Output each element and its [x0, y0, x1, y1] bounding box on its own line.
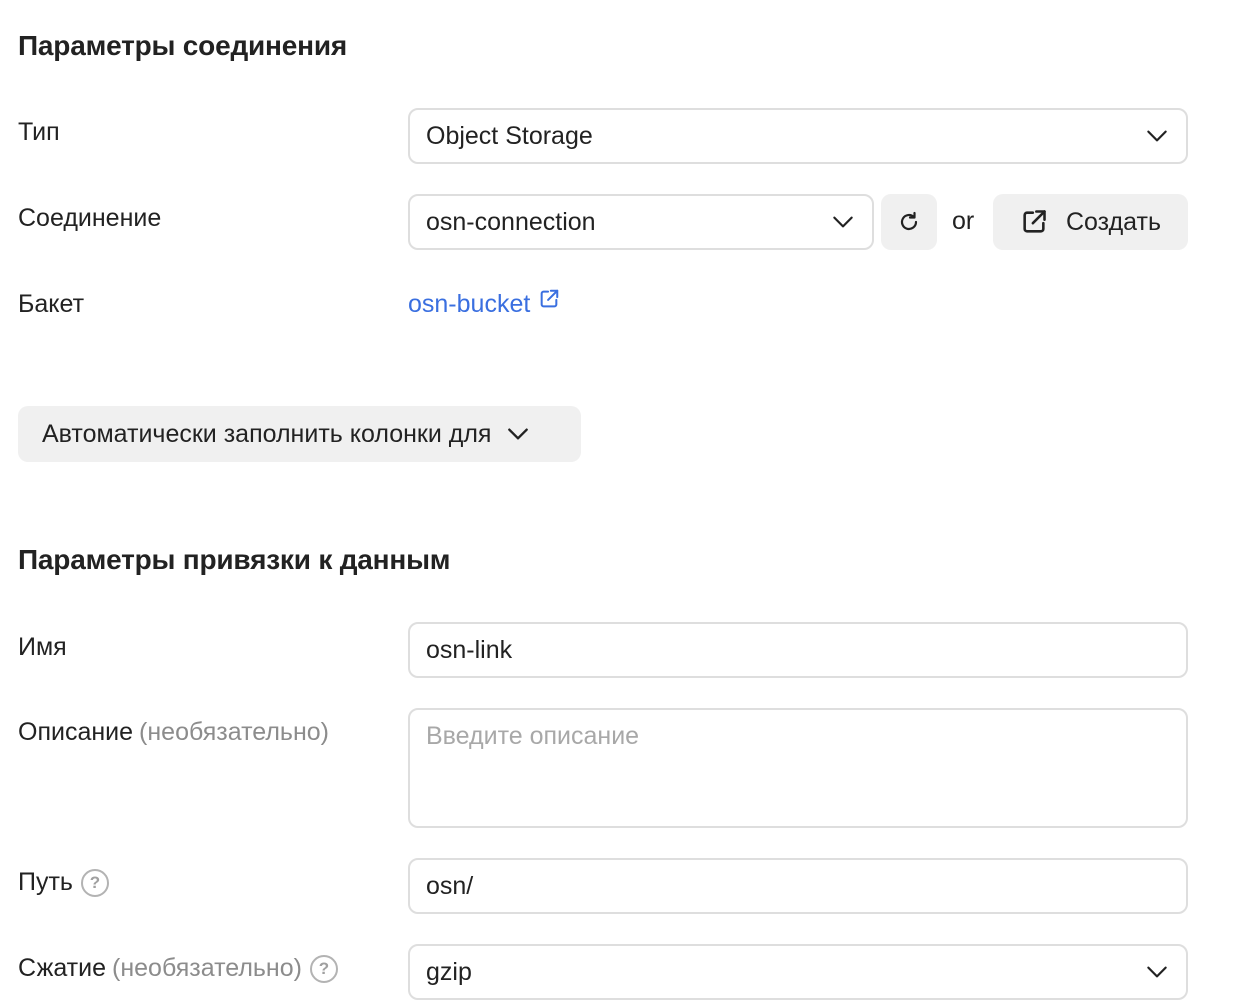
description-label-text: Описание	[18, 718, 134, 746]
create-connection-label: Создать	[1065, 207, 1161, 236]
path-label: Путь ?	[18, 868, 109, 897]
question-circle-icon[interactable]: ?	[80, 868, 109, 897]
connection-select[interactable]: osn-connection	[408, 194, 874, 250]
compression-optional-hint: (необязательно)	[112, 954, 302, 982]
connection-label: Соединение	[18, 204, 161, 233]
chevron-down-icon	[830, 209, 856, 235]
name-label-text: Имя	[18, 633, 67, 661]
description-optional-hint: (необязательно)	[139, 718, 329, 746]
name-input-value: osn-link	[426, 635, 513, 664]
path-input[interactable]: osn/	[408, 858, 1188, 914]
bucket-label-text: Бакет	[18, 290, 85, 318]
bucket-link-text: osn-bucket	[408, 290, 531, 318]
question-circle-icon[interactable]: ?	[309, 954, 338, 983]
path-input-value: osn/	[426, 871, 474, 900]
compression-label-text: Сжатие	[18, 954, 107, 982]
page: Параметры соединения Тип Object Storage …	[0, 0, 1256, 1006]
type-select-value: Object Storage	[426, 121, 593, 150]
type-select[interactable]: Object Storage	[408, 108, 1188, 164]
autofill-columns-button[interactable]: Автоматически заполнить колонки для	[18, 406, 581, 462]
chevron-down-icon	[1144, 959, 1170, 985]
compression-label: Сжатие (необязательно) ?	[18, 954, 338, 983]
bucket-link[interactable]: osn-bucket	[408, 289, 560, 319]
connection-section-title: Параметры соединения	[18, 30, 347, 61]
compression-select-value: gzip	[426, 957, 472, 986]
compression-select[interactable]: gzip	[408, 944, 1188, 1000]
type-label: Тип	[18, 118, 60, 147]
refresh-icon	[897, 210, 921, 234]
external-link-icon	[530, 289, 560, 310]
name-input[interactable]: osn-link	[408, 622, 1188, 678]
description-placeholder: Введите описание	[426, 722, 640, 750]
connection-label-text: Соединение	[18, 204, 162, 232]
bucket-label: Бакет	[18, 290, 84, 319]
or-separator: or	[952, 207, 975, 235]
description-label: Описание (необязательно)	[18, 718, 329, 747]
binding-section-title: Параметры привязки к данным	[18, 544, 451, 575]
create-connection-button[interactable]: Создать	[993, 194, 1188, 250]
connection-select-value: osn-connection	[426, 207, 596, 236]
refresh-button[interactable]	[881, 194, 937, 250]
description-textarea[interactable]: Введите описание	[408, 708, 1188, 828]
chevron-down-icon	[1144, 123, 1170, 149]
autofill-columns-label: Автоматически заполнить колонки для	[42, 419, 492, 448]
name-label: Имя	[18, 633, 67, 662]
chevron-down-icon	[505, 421, 531, 447]
type-label-text: Тип	[18, 118, 60, 146]
external-link-icon	[1020, 208, 1048, 236]
path-label-text: Путь	[18, 868, 73, 896]
